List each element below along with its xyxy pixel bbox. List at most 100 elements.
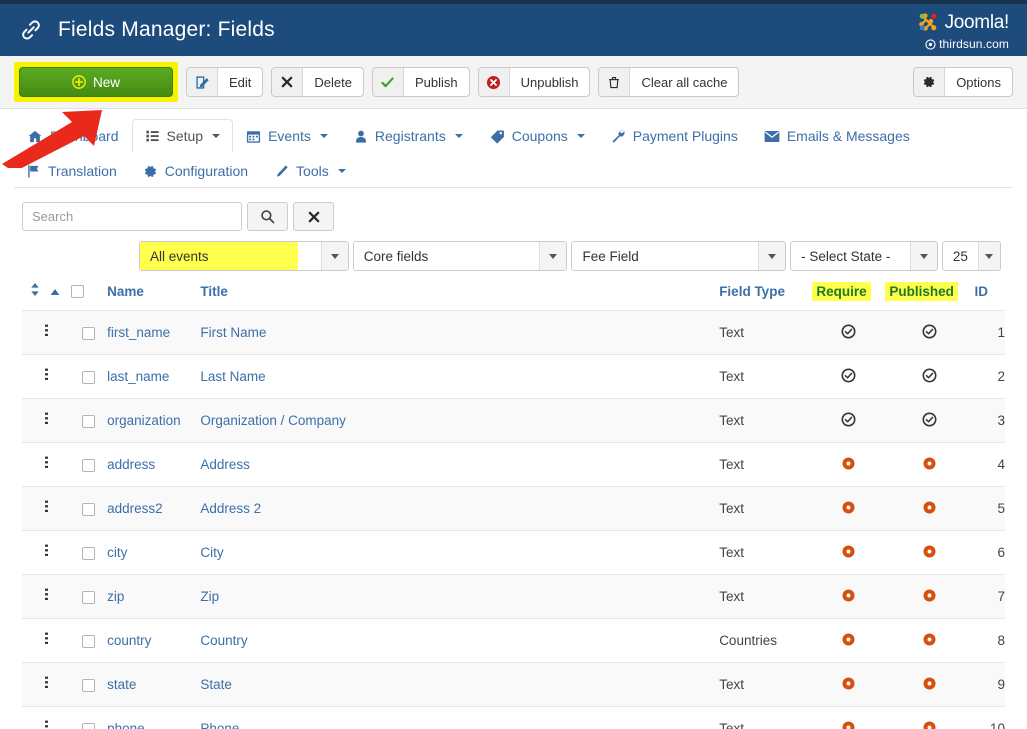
cell-published[interactable] [885, 531, 974, 575]
cell-require[interactable] [812, 663, 885, 707]
row-checkbox-cell[interactable] [71, 619, 107, 663]
row-checkbox[interactable] [82, 371, 95, 384]
publish-button[interactable]: Publish [372, 67, 470, 97]
field-title-link[interactable]: State [200, 677, 232, 692]
row-drag-handle[interactable] [22, 575, 71, 619]
row-checkbox[interactable] [82, 327, 95, 340]
cell-require[interactable] [812, 531, 885, 575]
row-checkbox[interactable] [82, 415, 95, 428]
row-drag-handle[interactable] [22, 311, 71, 355]
field-name-link[interactable]: organization [107, 413, 181, 428]
status-unpublished-icon[interactable] [922, 588, 937, 606]
field-title-link[interactable]: First Name [200, 325, 266, 340]
drag-handle-icon[interactable] [44, 327, 49, 342]
row-checkbox[interactable] [82, 547, 95, 560]
field-name-link[interactable]: city [107, 545, 127, 560]
edit-button[interactable]: Edit [186, 67, 263, 97]
field-name-link[interactable]: address2 [107, 501, 163, 516]
field-title-link[interactable]: Zip [200, 589, 219, 604]
status-unpublished-icon[interactable] [922, 632, 937, 650]
th-published[interactable]: Published [885, 283, 974, 311]
field-title-link[interactable]: Last Name [200, 369, 265, 384]
row-drag-handle[interactable] [22, 487, 71, 531]
drag-handle-icon[interactable] [44, 415, 49, 430]
nav-item-registrants[interactable]: Registrants [341, 119, 476, 153]
drag-handle-icon[interactable] [44, 591, 49, 606]
status-unpublished-icon[interactable] [841, 456, 856, 474]
row-drag-handle[interactable] [22, 707, 71, 729]
status-check-icon[interactable] [922, 368, 937, 386]
cell-published[interactable] [885, 443, 974, 487]
th-ordering[interactable] [22, 283, 71, 311]
delete-button[interactable]: Delete [271, 67, 364, 97]
cell-published[interactable] [885, 619, 974, 663]
status-unpublished-icon[interactable] [922, 676, 937, 694]
th-field-type[interactable]: Field Type [719, 283, 812, 311]
list-limit-select[interactable]: 25 [942, 241, 1001, 271]
row-checkbox-cell[interactable] [71, 531, 107, 575]
nav-item-payment-plugins[interactable]: Payment Plugins [598, 119, 751, 153]
drag-handle-icon[interactable] [44, 723, 49, 729]
row-checkbox[interactable] [82, 723, 95, 729]
status-check-icon[interactable] [922, 324, 937, 342]
status-unpublished-icon[interactable] [922, 720, 937, 729]
field-name-link[interactable]: phone [107, 721, 145, 729]
sort-asc-icon[interactable] [50, 284, 60, 299]
row-checkbox-cell[interactable] [71, 663, 107, 707]
cell-require[interactable] [812, 399, 885, 443]
row-checkbox-cell[interactable] [71, 575, 107, 619]
cell-require[interactable] [812, 355, 885, 399]
field-title-link[interactable]: Address 2 [200, 501, 261, 516]
row-checkbox-cell[interactable] [71, 443, 107, 487]
fee-field-filter-select[interactable]: Fee Field [571, 241, 786, 271]
th-title[interactable]: Title [200, 283, 719, 311]
field-name-link[interactable]: last_name [107, 369, 169, 384]
field-name-link[interactable]: first_name [107, 325, 170, 340]
cell-require[interactable] [812, 311, 885, 355]
status-unpublished-icon[interactable] [922, 456, 937, 474]
status-unpublished-icon[interactable] [922, 544, 937, 562]
status-unpublished-icon[interactable] [841, 676, 856, 694]
drag-handle-icon[interactable] [44, 371, 49, 386]
status-check-icon[interactable] [922, 412, 937, 430]
cell-require[interactable] [812, 619, 885, 663]
cell-published[interactable] [885, 311, 974, 355]
status-check-icon[interactable] [841, 412, 856, 430]
field-title-link[interactable]: Country [200, 633, 247, 648]
search-input[interactable] [22, 202, 242, 231]
row-checkbox[interactable] [82, 591, 95, 604]
field-title-link[interactable]: Address [200, 457, 250, 472]
th-id[interactable]: ID [975, 283, 1005, 311]
row-checkbox-cell[interactable] [71, 399, 107, 443]
select-all-checkbox[interactable] [71, 285, 84, 298]
field-name-link[interactable]: state [107, 677, 136, 692]
events-filter-select[interactable]: All events [139, 241, 349, 271]
new-button[interactable]: New [19, 67, 173, 97]
row-checkbox[interactable] [82, 459, 95, 472]
clear-search-button[interactable] [293, 202, 334, 231]
nav-item-configuration[interactable]: Configuration [130, 154, 261, 188]
clear-cache-button[interactable]: Clear all cache [598, 67, 739, 97]
field-title-link[interactable]: Organization / Company [200, 413, 346, 428]
nav-item-translation[interactable]: Translation [14, 154, 130, 188]
status-unpublished-icon[interactable] [841, 588, 856, 606]
row-drag-handle[interactable] [22, 399, 71, 443]
status-unpublished-icon[interactable] [841, 500, 856, 518]
cell-published[interactable] [885, 399, 974, 443]
field-title-link[interactable]: City [200, 545, 223, 560]
row-checkbox[interactable] [82, 679, 95, 692]
drag-handle-icon[interactable] [44, 679, 49, 694]
cell-published[interactable] [885, 575, 974, 619]
row-checkbox[interactable] [82, 503, 95, 516]
options-button[interactable]: Options [913, 67, 1013, 97]
nav-item-coupons[interactable]: Coupons [476, 119, 598, 153]
drag-handle-icon[interactable] [44, 459, 49, 474]
search-submit-button[interactable] [247, 202, 288, 231]
th-select-all[interactable] [71, 283, 107, 311]
th-require[interactable]: Require [812, 283, 885, 311]
cell-require[interactable] [812, 575, 885, 619]
th-name[interactable]: Name [107, 283, 200, 311]
cell-published[interactable] [885, 707, 974, 729]
state-filter-select[interactable]: - Select State - [790, 241, 938, 271]
nav-item-tools[interactable]: Tools [261, 154, 359, 188]
